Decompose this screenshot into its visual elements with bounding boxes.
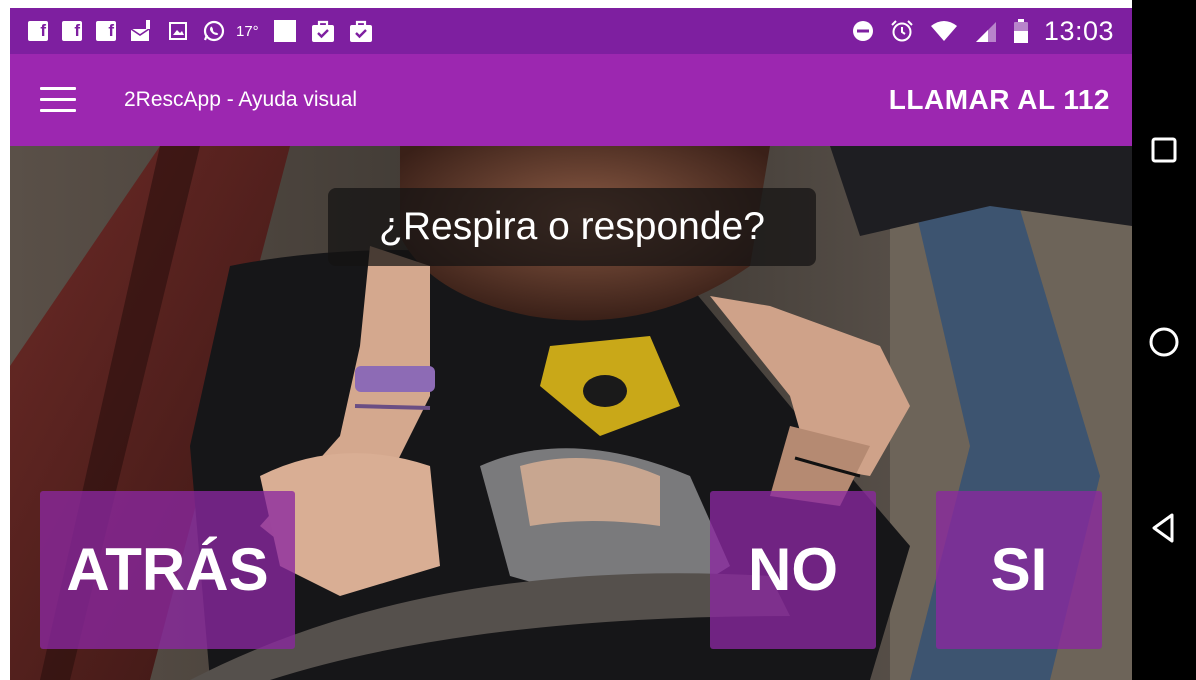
- signal-icon: [974, 19, 998, 43]
- wifi-icon: [930, 20, 958, 42]
- navigation-bar: [1132, 0, 1196, 680]
- briefcase-check-icon: [311, 19, 335, 43]
- call-112-button[interactable]: LLAMAR AL 112: [889, 54, 1110, 146]
- mail-alert-icon: [130, 20, 154, 42]
- home-icon[interactable]: [1144, 322, 1184, 362]
- battery-icon: [1013, 19, 1028, 43]
- do-not-disturb-icon: [852, 20, 874, 42]
- back-icon[interactable]: [1144, 508, 1184, 548]
- alarm-icon: [890, 19, 914, 43]
- clock-text: 13:03: [1043, 15, 1114, 46]
- menu-icon[interactable]: [40, 87, 76, 113]
- app-bar: 2RescApp - Ayuda visual LLAMAR AL 112: [10, 54, 1132, 146]
- yes-button[interactable]: SI: [936, 491, 1102, 649]
- app-title: 2RescApp - Ayuda visual: [124, 88, 358, 111]
- whatsapp-icon: [202, 19, 226, 43]
- status-bar: f f f 17° 13:03: [10, 8, 1132, 54]
- square-icon: [273, 19, 297, 43]
- no-button[interactable]: NO: [710, 491, 876, 649]
- back-button[interactable]: ATRÁS: [40, 491, 295, 649]
- recents-icon[interactable]: [1144, 130, 1184, 170]
- question-label: ¿Respira o responde?: [328, 188, 816, 266]
- system-icons: 13:03: [852, 16, 1132, 47]
- phone-screen: f f f 17° 13:03 2RescApp - Ayuda visual …: [10, 8, 1132, 680]
- briefcase-check-icon: [349, 19, 373, 43]
- facebook-icon: f: [28, 21, 48, 41]
- facebook-icon: f: [62, 21, 82, 41]
- notification-icons: f f f 17°: [10, 19, 373, 43]
- facebook-icon: f: [96, 21, 116, 41]
- temperature-text: 17°: [236, 22, 259, 40]
- video-scene: ¿Respira o responde? ATRÁS NO SI: [10, 146, 1132, 680]
- image-icon: [168, 21, 188, 41]
